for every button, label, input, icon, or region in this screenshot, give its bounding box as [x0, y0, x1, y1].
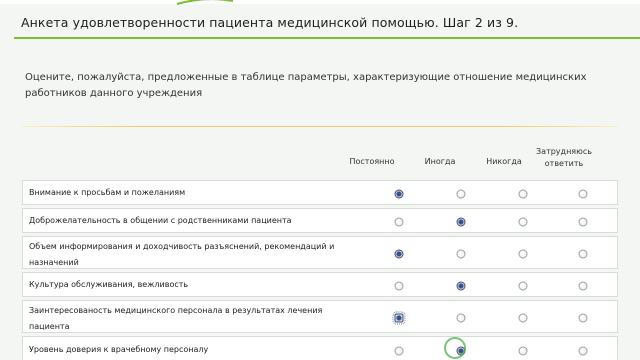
section-divider	[22, 126, 618, 127]
radio-interest-sometimes[interactable]	[456, 313, 466, 322]
page-title: Анкета удовлетворенности пациента медици…	[21, 15, 519, 30]
column-header-sometimes: Иногда	[424, 157, 456, 166]
table-row: Заинтересованость медицинского персонала…	[22, 300, 618, 333]
table-row: Уровень доверия к врачебному персоналу	[22, 336, 618, 360]
radio-trust-constantly[interactable]	[394, 346, 404, 356]
radio-attention-sometimes[interactable]	[456, 189, 466, 198]
radio-courtesy-never[interactable]	[518, 281, 528, 290]
table-row: Культура обслуживания, вежливость	[22, 272, 618, 297]
radio-courtesy-sometimes[interactable]	[456, 281, 466, 290]
radio-information-never[interactable]	[518, 249, 528, 258]
radio-attention-constantly[interactable]	[394, 189, 404, 198]
title-divider	[14, 37, 640, 39]
radio-courtesy-constantly[interactable]	[394, 281, 404, 290]
radio-trust-never[interactable]	[518, 346, 528, 356]
logo-swoosh-icon	[176, 0, 234, 5]
radio-information-sometimes[interactable]	[456, 249, 466, 258]
radio-information-constantly[interactable]	[394, 249, 404, 258]
mouse-cursor-highlight	[444, 337, 466, 359]
radio-courtesy-hard-to-answer[interactable]	[578, 281, 588, 290]
column-header-hard-to-answer: Затрудняюсь ответить	[536, 147, 592, 168]
table-row: Доброжелательность в общении с родственн…	[22, 208, 618, 233]
radio-trust-hard-to-answer[interactable]	[578, 346, 588, 356]
radio-friendliness-never[interactable]	[518, 217, 528, 226]
radio-friendliness-hard-to-answer[interactable]	[578, 217, 588, 226]
table-row: Внимание к просьбам и пожеланиям	[22, 180, 618, 205]
row-label-interest: Заинтересованость медицинского персонала…	[29, 306, 323, 331]
radio-information-hard-to-answer[interactable]	[578, 249, 588, 258]
row-label-friendliness: Доброжелательность в общении с родственн…	[29, 215, 292, 225]
radio-interest-hard-to-answer[interactable]	[578, 313, 588, 322]
radio-attention-never[interactable]	[518, 189, 528, 198]
radio-interest-never[interactable]	[518, 313, 528, 322]
row-label-trust: Уровень доверия к врачебному персоналу	[29, 345, 209, 354]
table-row: Объем информирования и доходчивость разъ…	[22, 236, 618, 269]
radio-friendliness-sometimes[interactable]	[456, 217, 466, 226]
row-label-courtesy: Культура обслуживания, вежливость	[29, 279, 189, 289]
radio-interest-constantly[interactable]	[392, 311, 406, 324]
column-header-constantly: Постоянно	[349, 157, 395, 166]
row-label-attention: Внимание к просьбам и пожеланиям	[29, 187, 186, 197]
radio-friendliness-constantly[interactable]	[394, 217, 404, 226]
top-bar	[0, 0, 640, 4]
row-label-information: Объем информирования и доходчивость разъ…	[29, 242, 335, 267]
survey-instructions: Оцените, пожалуйста, предложенные в табл…	[25, 72, 587, 99]
survey-page: Анкета удовлетворенности пациента медици…	[0, 0, 640, 360]
radio-attention-hard-to-answer[interactable]	[578, 189, 588, 198]
